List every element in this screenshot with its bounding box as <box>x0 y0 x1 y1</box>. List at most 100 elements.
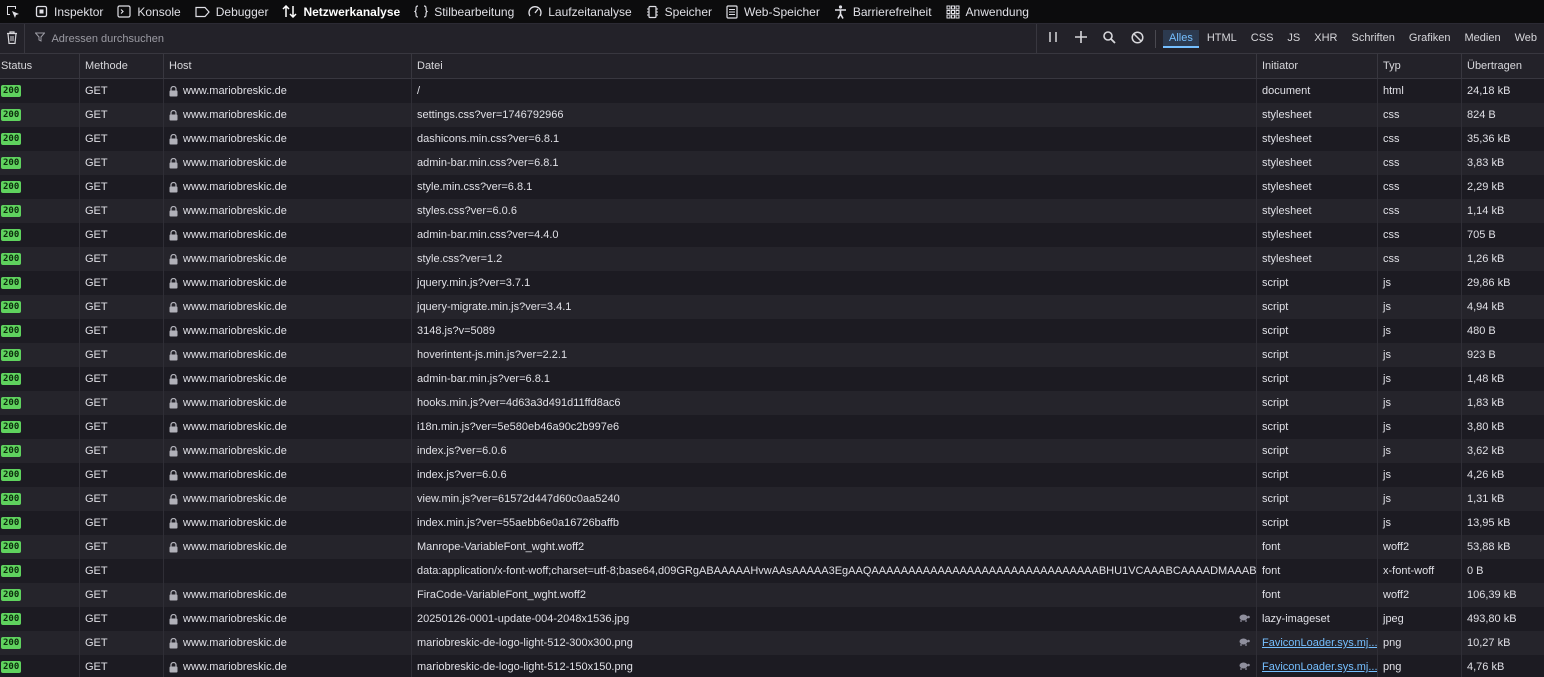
table-row[interactable]: 200 GET www.mariobreskic.de mariobreskic-de… <box>0 631 1544 655</box>
toolbar-divider <box>1155 29 1156 48</box>
transferred-cell: 923 B <box>1462 343 1544 367</box>
table-row[interactable]: 200 GET www.mariobreskic.de admin-bar.min.c… <box>0 223 1544 247</box>
column-header-method[interactable]: Methode <box>80 54 164 78</box>
column-header-file[interactable]: Datei <box>412 54 1257 78</box>
status-badge: 200 <box>1 613 22 625</box>
type-filter-grafiken[interactable]: Grafiken <box>1403 30 1457 48</box>
type-filter-css[interactable]: CSS <box>1245 30 1280 48</box>
lock-icon <box>169 253 178 265</box>
element-picker-button[interactable] <box>0 0 29 24</box>
tab-laufzeitanalyse[interactable]: Laufzeitanalyse <box>522 0 639 24</box>
status-cell: 200 <box>0 367 80 391</box>
host-text: www.mariobreskic.de <box>183 613 287 625</box>
column-header-host[interactable]: Host <box>164 54 412 78</box>
initiator-cell: stylesheet <box>1257 199 1378 223</box>
table-row[interactable]: 200 GET www.mariobreskic.de hooks.min.js?ve… <box>0 391 1544 415</box>
request-list: 200 GET www.mariobreskic.de / document html 24… <box>0 79 1544 677</box>
type-cell: js <box>1378 343 1462 367</box>
file-cell: index.min.js?ver=55aebb6e0a16726baffb <box>412 511 1257 535</box>
tab-web-speicher[interactable]: Web-Speicher <box>720 0 828 24</box>
column-header-type[interactable]: Typ <box>1378 54 1462 78</box>
table-row[interactable]: 200 GET www.mariobreskic.de FiraCode-Variab… <box>0 583 1544 607</box>
initiator-link[interactable]: FaviconLoader.sys.mj... <box>1262 661 1377 673</box>
tab-stilbearbeitung[interactable]: Stilbearbeitung <box>408 0 522 24</box>
table-row[interactable]: 200 GET www.mariobreskic.de index.min.js?ve… <box>0 511 1544 535</box>
table-row[interactable]: 200 GET www.mariobreskic.de jquery.min.js?v… <box>0 271 1544 295</box>
column-header-status[interactable]: Status <box>0 54 80 78</box>
transferred-text: 53,88 kB <box>1467 541 1511 553</box>
type-filter-js[interactable]: JS <box>1281 30 1306 48</box>
lock-icon <box>169 277 178 289</box>
table-row[interactable]: 200 GET www.mariobreskic.de mariobreskic-de… <box>0 655 1544 677</box>
type-filter-schriften[interactable]: Schriften <box>1346 30 1401 48</box>
column-header-initiator[interactable]: Initiator <box>1257 54 1378 78</box>
table-row[interactable]: 200 GET www.mariobreskic.de index.js?ver=6.… <box>0 463 1544 487</box>
initiator-text: lazy-imageset <box>1262 613 1330 625</box>
table-row[interactable]: 200 GET www.mariobreskic.de jquery-migrate.… <box>0 295 1544 319</box>
type-text: woff2 <box>1383 541 1410 553</box>
tab-netzwerkanalyse[interactable]: Netzwerkanalyse <box>276 0 408 24</box>
type-filter-html[interactable]: HTML <box>1201 30 1243 48</box>
status-cell: 200 <box>0 295 80 319</box>
url-filter[interactable]: Adressen durchsuchen <box>25 23 1037 54</box>
file-cell: jquery.min.js?ver=3.7.1 <box>412 271 1257 295</box>
status-badge: 200 <box>1 541 22 553</box>
status-badge: 200 <box>1 181 22 193</box>
transferred-cell: 3,80 kB <box>1462 415 1544 439</box>
host-cell: www.mariobreskic.de <box>164 271 412 295</box>
lock-icon <box>169 301 178 313</box>
type-filter-web[interactable]: Web <box>1509 30 1543 48</box>
table-row[interactable]: 200 GET www.mariobreskic.de index.js?ver=6.… <box>0 439 1544 463</box>
status-cell: 200 <box>0 607 80 631</box>
table-row[interactable]: 200 GET data:application/x-font-woff;chars… <box>0 559 1544 583</box>
tab-speicher[interactable]: Speicher <box>640 0 720 24</box>
search-button[interactable] <box>1095 24 1123 54</box>
table-row[interactable]: 200 GET www.mariobreskic.de Manrope-Variabl… <box>0 535 1544 559</box>
table-row[interactable]: 200 GET www.mariobreskic.de dashicons.min.c… <box>0 127 1544 151</box>
type-filter-xhr[interactable]: XHR <box>1308 30 1343 48</box>
table-row[interactable]: 200 GET www.mariobreskic.de 20250126-0001-u… <box>0 607 1544 631</box>
block-requests-button[interactable] <box>1123 24 1151 54</box>
table-row[interactable]: 200 GET www.mariobreskic.de / document html 24… <box>0 79 1544 103</box>
table-row[interactable]: 200 GET www.mariobreskic.de style.min.css?v… <box>0 175 1544 199</box>
initiator-cell: font <box>1257 559 1378 583</box>
table-row[interactable]: 200 GET www.mariobreskic.de settings.css?ve… <box>0 103 1544 127</box>
table-row[interactable]: 200 GET www.mariobreskic.de admin-bar.min.c… <box>0 151 1544 175</box>
tab-konsole[interactable]: Konsole <box>111 0 188 24</box>
table-row[interactable]: 200 GET www.mariobreskic.de hoverintent-js.… <box>0 343 1544 367</box>
initiator-text: script <box>1262 373 1289 385</box>
status-badge: 200 <box>1 517 22 529</box>
initiator-link[interactable]: FaviconLoader.sys.mj... <box>1262 637 1377 649</box>
tab-barrierefreiheit[interactable]: Barrierefreiheit <box>828 0 940 24</box>
type-cell: css <box>1378 151 1462 175</box>
method-text: GET <box>85 373 108 385</box>
table-header: Status Methode Host Datei Initiator Typ … <box>0 54 1544 79</box>
table-row[interactable]: 200 GET www.mariobreskic.de i18n.min.js?ver… <box>0 415 1544 439</box>
tab-debugger[interactable]: Debugger <box>189 0 277 24</box>
tab-anwendung[interactable]: Anwendung <box>940 0 1037 24</box>
type-text: css <box>1383 157 1400 169</box>
status-badge: 200 <box>1 277 22 289</box>
pause-button[interactable] <box>1039 24 1067 54</box>
type-text: js <box>1383 469 1391 481</box>
add-request-button[interactable] <box>1067 24 1095 54</box>
host-text: www.mariobreskic.de <box>183 229 287 241</box>
file-name: data:application/x-font-woff;charset=utf… <box>417 565 1257 577</box>
file-cell: mariobreskic-de-logo-light-512-300x300.p… <box>412 631 1257 655</box>
lock-icon <box>169 157 178 169</box>
table-row[interactable]: 200 GET www.mariobreskic.de admin-bar.min.j… <box>0 367 1544 391</box>
method-cell: GET <box>80 175 164 199</box>
type-text: css <box>1383 229 1400 241</box>
table-row[interactable]: 200 GET www.mariobreskic.de 3148.js?v=5089 s… <box>0 319 1544 343</box>
url-filter-placeholder: Adressen durchsuchen <box>51 32 164 45</box>
type-filter-alles[interactable]: Alles <box>1163 29 1199 48</box>
table-row[interactable]: 200 GET www.mariobreskic.de view.min.js?ver… <box>0 487 1544 511</box>
column-header-transferred[interactable]: Übertragen <box>1462 54 1544 78</box>
type-filter-medien[interactable]: Medien <box>1459 30 1507 48</box>
table-row[interactable]: 200 GET www.mariobreskic.de style.css?ver=1… <box>0 247 1544 271</box>
tab-inspektor[interactable]: Inspektor <box>29 0 111 24</box>
table-row[interactable]: 200 GET www.mariobreskic.de styles.css?ver=… <box>0 199 1544 223</box>
host-cell: www.mariobreskic.de <box>164 511 412 535</box>
clear-log-button[interactable] <box>0 23 26 54</box>
file-name: styles.css?ver=6.0.6 <box>417 205 517 217</box>
